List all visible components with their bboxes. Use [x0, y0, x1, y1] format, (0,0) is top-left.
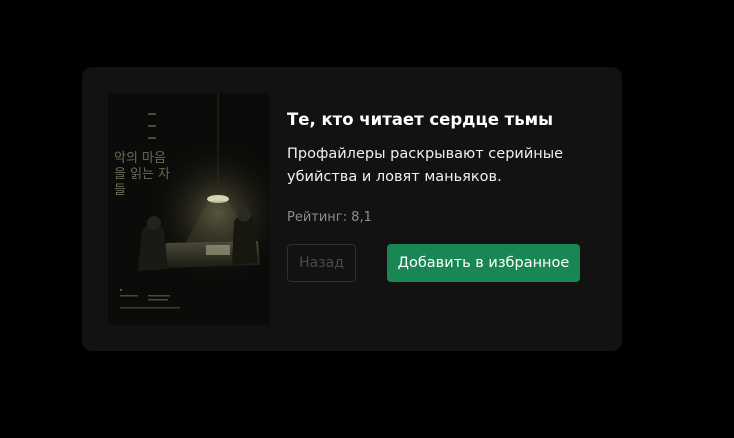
movie-info: Те, кто читает сердце тьмы Профайлеры ра… [287, 107, 607, 227]
add-to-favorites-button[interactable]: Добавить в избранное [387, 244, 580, 282]
action-buttons: Назад Добавить в избранное [287, 244, 607, 282]
movie-card: 악의 마음을 읽는 자들 Те, кто читает сердце тьмы … [82, 67, 622, 351]
rating-value: 8,1 [351, 210, 372, 225]
poster-image [108, 93, 270, 325]
movie-rating: Рейтинг: 8,1 [287, 209, 607, 227]
back-button[interactable]: Назад [287, 244, 356, 282]
movie-poster: 악의 마음을 읽는 자들 [108, 93, 270, 325]
movie-description: Профайлеры раскрывают серийные убийства … [287, 146, 564, 185]
poster-title-text: 악의 마음을 읽는 자들 [114, 151, 171, 198]
rating-label: Рейтинг: [287, 210, 348, 225]
movie-title: Те, кто читает сердце тьмы [287, 110, 554, 129]
